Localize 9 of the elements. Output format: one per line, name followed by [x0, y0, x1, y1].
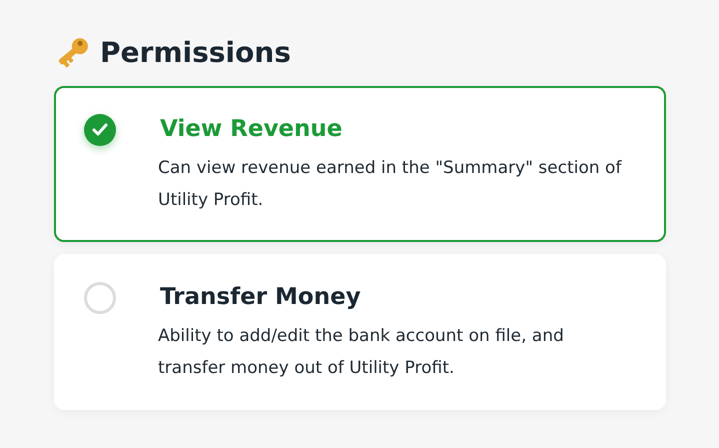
section-heading: Permissions: [100, 36, 291, 68]
permission-title: Transfer Money: [160, 284, 362, 310]
permission-description: Can view revenue earned in the "Summary" section of Utility Profit.: [158, 157, 623, 212]
permission-title: View Revenue: [160, 116, 344, 142]
permission-card[interactable]: View Revenue Can view revenue earned in the "Summary" section of Utility Profit.: [54, 86, 666, 242]
check-circle-icon[interactable]: [84, 114, 116, 146]
permission-description: Ability to add/edit the bank account on file, and transfer money out of Utility Profit.: [158, 325, 565, 380]
permission-card[interactable]: Transfer Money Ability to add/edit the bank account on file, and transfer money out of Utility Profit.: [54, 254, 666, 410]
radio-circle-icon[interactable]: [84, 282, 116, 314]
